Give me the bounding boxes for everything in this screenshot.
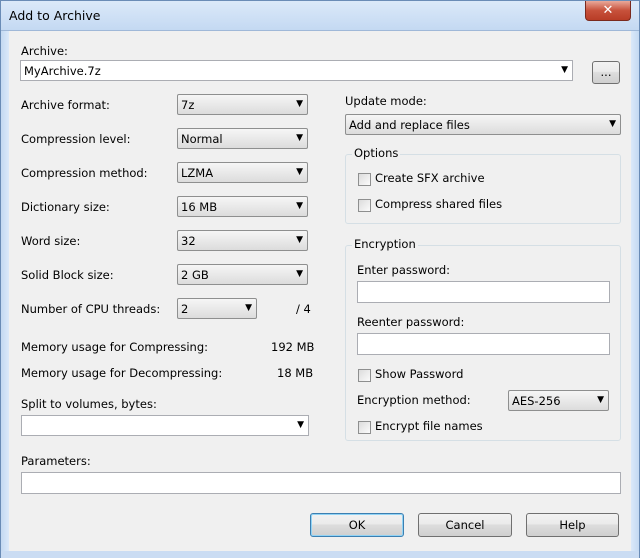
options-group-title: Options bbox=[352, 146, 401, 160]
compression-level-select[interactable]: Normal ▼ bbox=[177, 128, 308, 149]
memory-decompress-value: 18 MB bbox=[277, 366, 314, 380]
window-title: Add to Archive bbox=[9, 8, 101, 23]
encryption-group: Encryption Enter password: Reenter passw… bbox=[345, 237, 621, 441]
compress-shared-checkbox[interactable] bbox=[358, 199, 371, 212]
encryption-method-label: Encryption method: bbox=[357, 393, 471, 407]
ok-button[interactable]: OK bbox=[310, 513, 404, 537]
encrypt-names-label[interactable]: Encrypt file names bbox=[375, 419, 483, 433]
solid-block-size-select[interactable]: 2 GB ▼ bbox=[177, 264, 308, 285]
enter-password-field[interactable] bbox=[357, 281, 610, 303]
dictionary-size-label: Dictionary size: bbox=[21, 200, 110, 214]
show-password-checkbox[interactable] bbox=[358, 369, 371, 382]
chevron-down-icon: ▼ bbox=[296, 201, 303, 211]
chevron-down-icon[interactable]: ▼ bbox=[297, 420, 304, 430]
update-mode-value: Add and replace files bbox=[349, 118, 470, 132]
add-to-archive-dialog: Add to Archive ✕ Archive: MyArchive.7z ▼… bbox=[0, 0, 640, 558]
archive-format-label: Archive format: bbox=[21, 98, 110, 112]
dictionary-size-value: 16 MB bbox=[181, 200, 218, 214]
browse-button[interactable]: ... bbox=[592, 61, 620, 84]
reenter-password-field[interactable] bbox=[357, 333, 610, 355]
compression-level-value: Normal bbox=[181, 132, 223, 146]
archive-label: Archive: bbox=[21, 44, 68, 58]
compression-method-select[interactable]: LZMA ▼ bbox=[177, 162, 308, 183]
compress-shared-label[interactable]: Compress shared files bbox=[375, 197, 502, 211]
encrypt-names-checkbox[interactable] bbox=[358, 421, 371, 434]
memory-compress-value: 192 MB bbox=[271, 340, 315, 354]
cpu-threads-label: Number of CPU threads: bbox=[21, 302, 161, 316]
update-mode-select[interactable]: Add and replace files ▼ bbox=[345, 114, 621, 135]
compression-method-value: LZMA bbox=[181, 166, 214, 180]
cpu-threads-value: 2 bbox=[181, 302, 189, 316]
chevron-down-icon: ▼ bbox=[296, 133, 303, 143]
memory-compress-label: Memory usage for Compressing: bbox=[21, 340, 209, 354]
window-frame-bottom bbox=[1, 551, 639, 558]
cpu-threads-max: / 4 bbox=[296, 302, 311, 316]
chevron-down-icon: ▼ bbox=[296, 99, 303, 109]
chevron-down-icon: ▼ bbox=[296, 235, 303, 245]
chevron-down-icon: ▼ bbox=[296, 269, 303, 279]
archive-path-combobox[interactable]: MyArchive.7z ▼ bbox=[20, 60, 573, 81]
options-group: Options Create SFX archive Compress shar… bbox=[345, 146, 621, 224]
solid-block-size-label: Solid Block size: bbox=[21, 268, 114, 282]
close-icon[interactable]: ✕ bbox=[585, 1, 631, 21]
update-mode-label: Update mode: bbox=[345, 94, 427, 108]
memory-decompress-label: Memory usage for Decompressing: bbox=[21, 366, 223, 380]
chevron-down-icon: ▼ bbox=[296, 167, 303, 177]
sfx-label[interactable]: Create SFX archive bbox=[375, 171, 485, 185]
reenter-password-label: Reenter password: bbox=[357, 315, 465, 329]
word-size-value: 32 bbox=[181, 234, 196, 248]
enter-password-label: Enter password: bbox=[357, 263, 450, 277]
window-frame-left bbox=[1, 31, 9, 558]
cancel-button[interactable]: Cancel bbox=[418, 513, 512, 537]
parameters-field[interactable] bbox=[21, 472, 621, 494]
chevron-down-icon: ▼ bbox=[245, 303, 252, 313]
encryption-method-select[interactable]: AES-256 ▼ bbox=[508, 390, 609, 411]
archive-format-select[interactable]: 7z ▼ bbox=[177, 94, 308, 115]
chevron-down-icon: ▼ bbox=[609, 119, 616, 129]
solid-block-size-value: 2 GB bbox=[181, 268, 209, 282]
archive-path-value: MyArchive.7z bbox=[24, 64, 101, 78]
dialog-client-area: Archive: MyArchive.7z ▼ ... Archive form… bbox=[9, 31, 631, 551]
title-bar: Add to Archive ✕ bbox=[1, 1, 639, 31]
dictionary-size-select[interactable]: 16 MB ▼ bbox=[177, 196, 308, 217]
compression-method-label: Compression method: bbox=[21, 166, 148, 180]
show-password-label[interactable]: Show Password bbox=[375, 367, 463, 381]
sfx-checkbox[interactable] bbox=[358, 173, 371, 186]
split-volumes-label: Split to volumes, bytes: bbox=[21, 397, 157, 411]
word-size-select[interactable]: 32 ▼ bbox=[177, 230, 308, 251]
parameters-label: Parameters: bbox=[21, 454, 91, 468]
chevron-down-icon: ▼ bbox=[597, 395, 604, 405]
help-button[interactable]: Help bbox=[526, 513, 619, 537]
compression-level-label: Compression level: bbox=[21, 132, 131, 146]
encryption-group-title: Encryption bbox=[352, 237, 418, 251]
chevron-down-icon[interactable]: ▼ bbox=[561, 65, 568, 75]
encryption-method-value: AES-256 bbox=[512, 394, 561, 408]
split-volumes-combobox[interactable]: ▼ bbox=[21, 415, 309, 436]
cpu-threads-select[interactable]: 2 ▼ bbox=[177, 298, 257, 319]
window-frame-right bbox=[631, 31, 639, 558]
word-size-label: Word size: bbox=[21, 234, 81, 248]
archive-format-value: 7z bbox=[181, 98, 195, 112]
